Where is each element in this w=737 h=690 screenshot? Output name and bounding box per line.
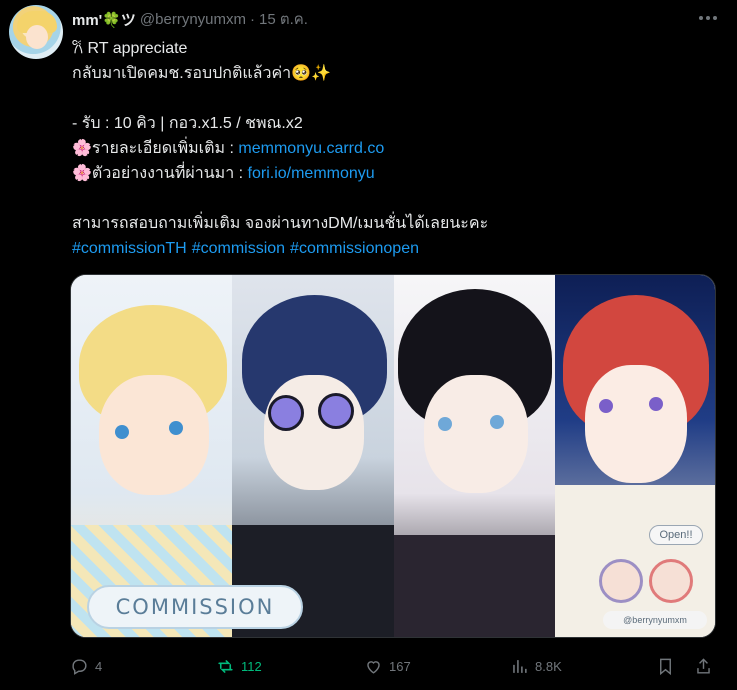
eye [490, 415, 504, 429]
text-line-6: สามารถสอบถามเพิ่มเติม จองผ่านทางDM/เมนชั… [72, 215, 489, 232]
hashtags: #commissionTH #commission #commissionopen [72, 236, 712, 261]
repost-button[interactable]: 112 [216, 656, 262, 676]
separator-dot: · [250, 10, 255, 28]
portfolio-prefix: 🌸ตัวอย่างงานที่ผ่านมา : [72, 165, 248, 182]
views-icon [513, 659, 527, 673]
like-count: 167 [389, 658, 411, 674]
open-label: Open!! [649, 525, 703, 545]
eye [649, 397, 663, 411]
like-button[interactable]: 167 [364, 656, 411, 676]
carrd-link[interactable]: memmonyu.carrd.co [238, 140, 384, 157]
eye [438, 417, 452, 431]
glasses-lens [268, 395, 304, 431]
reply-button[interactable]: 4 [70, 656, 102, 676]
artist-credit: @berrynyumxm [603, 611, 707, 629]
eye [599, 399, 613, 413]
glasses-lens [318, 393, 354, 429]
post-text: 𐙚 RT appreciate กลับมาเปิดคมช.รอบปกติแล้… [72, 36, 712, 261]
post-header: mm'🍀ツ @berrynyumxm · 15 ต.ค. [72, 9, 308, 29]
share-icon [697, 657, 710, 674]
more-options-icon[interactable] [696, 10, 720, 26]
bookmark-icon [660, 658, 671, 675]
details-prefix: 🌸รายละเอียดเพิ่มเติม : [72, 140, 239, 157]
dark-jacket [394, 535, 556, 637]
commission-badge: COMMISSION [87, 585, 303, 629]
portfolio-link[interactable]: fori.io/memmonyu [248, 165, 375, 182]
artwork-panel-4 [555, 275, 715, 637]
text-line-2: กลับมาเปิดคมช.รอบปกติแล้วค่า🥺✨ [72, 65, 331, 82]
share-button[interactable] [694, 656, 713, 676]
hashtag-commissionth[interactable]: #commissionTH [72, 240, 187, 257]
chibi-icon-1 [599, 559, 643, 603]
hashtag-commissionopen[interactable]: #commissionopen [290, 240, 419, 257]
view-count: 8.8K [535, 658, 562, 674]
text-line-3: - รับ : 10 คิว | กอว.x1.5 / ชพณ.x2 [72, 115, 303, 132]
text-line-5: 🌸ตัวอย่างงานที่ผ่านมา : fori.io/memmonyu [72, 161, 712, 186]
text-line-4: 🌸รายละเอียดเพิ่มเติม : memmonyu.carrd.co [72, 136, 712, 161]
post-actions: 4 112 167 8.8K [0, 652, 737, 680]
artwork-panel-2 [232, 275, 394, 637]
artwork-panel-1 [71, 275, 233, 637]
display-name[interactable]: mm'🍀ツ [72, 9, 136, 30]
eye [169, 421, 183, 435]
repost-count: 112 [241, 658, 262, 674]
views-button[interactable]: 8.8K [510, 656, 562, 676]
bookmark-button[interactable] [656, 656, 675, 676]
character-face [424, 375, 528, 493]
text-line-1: 𐙚 RT appreciate [72, 40, 188, 57]
chibi-icon-2 [649, 559, 693, 603]
post-image[interactable]: COMMISSION Open!! @berrynyumxm [70, 274, 716, 638]
character-face [585, 365, 687, 483]
post-date[interactable]: 15 ต.ค. [259, 7, 308, 31]
avatar-face [26, 25, 48, 49]
author-avatar[interactable] [9, 5, 63, 59]
heart-icon [367, 660, 380, 674]
hashtag-commission[interactable]: #commission [192, 240, 285, 257]
character-face [264, 375, 364, 490]
artwork-panel-3 [394, 275, 556, 637]
reply-count: 4 [95, 658, 103, 674]
eye [115, 425, 129, 439]
repost-icon [218, 659, 233, 673]
user-handle[interactable]: @berrynyumxm [140, 11, 246, 28]
reply-icon [72, 658, 87, 675]
